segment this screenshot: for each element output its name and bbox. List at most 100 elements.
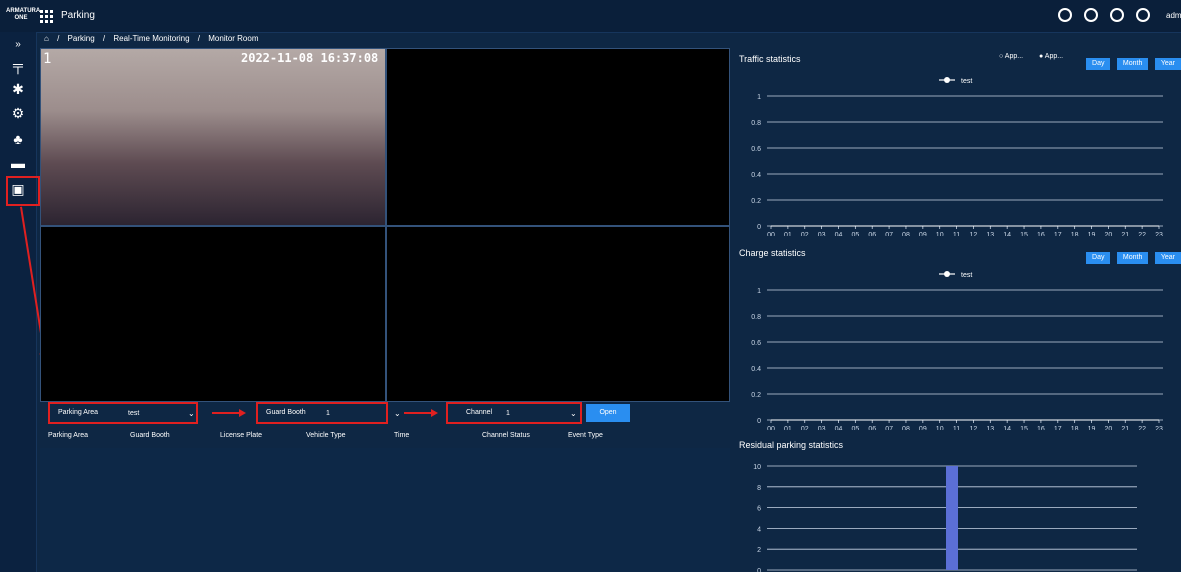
residual-statistics-title: Residual parking statistics (739, 440, 844, 450)
channel-select[interactable]: Channel 1 ⌄ (446, 402, 582, 424)
x-tick-label: 11 (953, 426, 960, 430)
app-grid-icon[interactable] (40, 10, 53, 23)
y-tick-label: 8 (757, 485, 761, 492)
x-tick-label: 06 (868, 426, 876, 430)
selected-menu-highlight (6, 176, 40, 206)
y-tick-label: 0 (757, 224, 761, 231)
x-tick-label: 18 (1071, 426, 1079, 430)
traffic-statistics-panel: Traffic statistics ○ App... ● App... Day… (733, 50, 1181, 240)
breadcrumb-separator: / (57, 34, 60, 43)
x-tick-label: 03 (818, 232, 826, 236)
legend-marker (944, 77, 950, 83)
channel-label: Channel (466, 409, 493, 416)
x-tick-label: 06 (868, 232, 876, 236)
gear-icon[interactable]: ✱ (9, 80, 27, 98)
dashboard-icon[interactable] (1058, 8, 1072, 22)
user-management-icon[interactable]: ♣ (9, 130, 27, 148)
radio-app-1-label: App... (1004, 53, 1024, 60)
breadcrumb-realtime[interactable]: Real-Time Monitoring (113, 34, 189, 43)
x-tick-label: 16 (1037, 426, 1045, 430)
breadcrumb-monitor-room: Monitor Room (208, 34, 259, 43)
guard-booth-label: Guard Booth (266, 409, 306, 416)
y-tick-label: 0.2 (751, 392, 761, 399)
event-table-body (40, 448, 730, 572)
radio-app-2-label: App... (1044, 53, 1064, 60)
x-tick-label: 22 (1138, 232, 1146, 236)
legend-label: test (961, 272, 972, 279)
y-tick-label: 6 (757, 506, 761, 513)
y-tick-label: 0 (757, 418, 761, 425)
radio-app-1[interactable]: ○ App... (999, 53, 1023, 60)
y-tick-label: 0 (757, 568, 761, 572)
x-tick-label: 05 (851, 426, 859, 430)
x-tick-label: 00 (767, 232, 775, 236)
x-tick-label: 01 (784, 232, 792, 236)
home-icon[interactable]: ⌂ (44, 34, 49, 43)
x-tick-label: 19 (1088, 232, 1096, 236)
barrier-gate-icon[interactable]: ╤ (9, 56, 27, 74)
radio-app-2[interactable]: ● App... (1039, 53, 1063, 60)
user-avatar-icon[interactable] (1136, 8, 1150, 22)
x-tick-label: 07 (885, 426, 893, 430)
chevron-down-icon: ⌄ (570, 409, 577, 418)
bar-test (946, 466, 958, 570)
x-tick-label: 04 (835, 232, 843, 236)
x-tick-label: 21 (1121, 426, 1129, 430)
app-title: Parking (61, 10, 95, 21)
x-tick-label: 07 (885, 232, 893, 236)
user-name[interactable]: admin (1166, 11, 1181, 20)
expand-menu-icon[interactable]: » (9, 36, 27, 54)
video-feed-1[interactable]: 1 2022-11-08 16:37:08 (40, 48, 386, 226)
x-tick-label: 23 (1155, 232, 1163, 236)
legend-marker (944, 271, 950, 277)
help-icon[interactable] (1110, 8, 1124, 22)
x-tick-label: 11 (953, 232, 960, 236)
x-tick-label: 09 (919, 426, 927, 430)
x-tick-label: 04 (835, 426, 843, 430)
x-tick-label: 15 (1020, 426, 1028, 430)
x-tick-label: 02 (801, 232, 809, 236)
bell-icon[interactable] (1084, 8, 1098, 22)
column-vehicle-type: Vehicle Type (306, 432, 346, 439)
x-tick-label: 03 (818, 426, 826, 430)
x-tick-label: 17 (1054, 426, 1062, 430)
video-feed-4[interactable] (386, 226, 730, 402)
open-button[interactable]: Open (586, 404, 630, 422)
y-tick-label: 0.6 (751, 340, 761, 347)
column-guard-booth: Guard Booth (130, 432, 170, 439)
parking-area-select[interactable]: Parking Area test ⌄ (48, 402, 198, 424)
channel-value: 1 (506, 410, 510, 417)
y-tick-label: 2 (757, 547, 761, 554)
y-tick-label: 4 (757, 526, 761, 533)
guard-booth-select[interactable]: Guard Booth 1 ⌄ (256, 402, 401, 424)
breadcrumb: ⌂ / Parking / Real-Time Monitoring / Mon… (44, 34, 265, 43)
x-tick-label: 16 (1037, 232, 1045, 236)
video-feed-2[interactable] (386, 48, 730, 226)
x-tick-label: 01 (784, 426, 792, 430)
column-license-plate: License Plate (220, 432, 263, 439)
video-timestamp: 2022-11-08 16:37:08 (241, 51, 379, 65)
y-tick-label: 0.2 (751, 198, 761, 205)
x-tick-label: 12 (970, 426, 978, 430)
x-tick-label: 12 (970, 232, 978, 236)
x-tick-label: 05 (851, 232, 859, 236)
x-tick-label: 13 (986, 232, 994, 236)
breadcrumb-parking[interactable]: Parking (68, 34, 95, 43)
annotation-arrow (404, 409, 438, 417)
y-tick-label: 1 (757, 288, 761, 295)
x-tick-label: 22 (1138, 426, 1146, 430)
y-tick-label: 0.6 (751, 146, 761, 153)
filter-bar: Parking Area test ⌄ Guard Booth 1 ⌄ Chan… (40, 402, 730, 424)
breadcrumb-separator: / (102, 34, 106, 43)
x-tick-label: 18 (1071, 232, 1079, 236)
charge-statistics-panel: Charge statistics Day Month Year 0 0.2 0.4… (733, 244, 1181, 434)
legend-label: test (961, 78, 972, 85)
x-tick-label: 10 (936, 426, 944, 430)
video-feed-3[interactable] (40, 226, 386, 402)
x-tick-label: 23 (1155, 426, 1163, 430)
y-tick-label: 1 (757, 94, 761, 101)
x-tick-label: 08 (902, 426, 910, 430)
settings-icon[interactable]: ⚙ (9, 104, 27, 122)
report-icon[interactable]: ▬ (9, 154, 27, 172)
x-tick-label: 17 (1054, 232, 1062, 236)
